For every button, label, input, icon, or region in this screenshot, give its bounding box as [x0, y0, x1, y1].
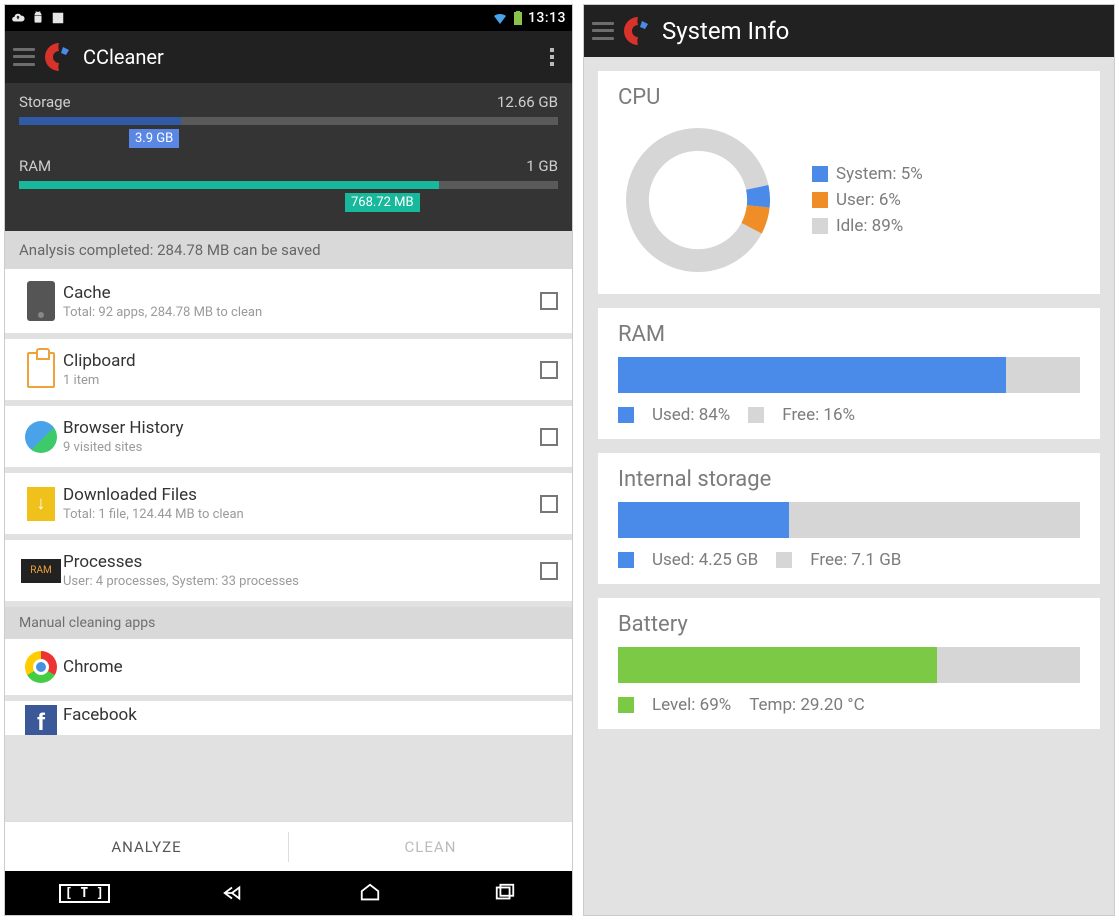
- nav-bar: [ T ]: [5, 871, 572, 915]
- app-bar: System Info: [584, 5, 1114, 57]
- legend-label: Free: 7.1 GB: [810, 550, 901, 570]
- storage-bar: [618, 502, 1080, 538]
- recents-nav-icon[interactable]: [492, 882, 518, 904]
- item-cache[interactable]: Cache Total: 92 apps, 284.78 MB to clean: [5, 269, 572, 333]
- ram-panel: RAM Used: 84% Free: 16%: [598, 308, 1100, 439]
- app-facebook[interactable]: f Facebook: [5, 701, 572, 735]
- legend-swatch: [812, 192, 828, 208]
- hamburger-icon[interactable]: [592, 20, 614, 42]
- globe-icon: [25, 421, 57, 453]
- hamburger-icon[interactable]: [13, 46, 35, 68]
- item-title: Processes: [63, 552, 540, 572]
- legend-label: Level: 69%: [652, 695, 731, 715]
- app-title: System Info: [662, 17, 1106, 45]
- legend-swatch: [618, 407, 634, 423]
- ram-chip-icon: RAM: [21, 559, 61, 583]
- home-nav-icon[interactable]: [355, 882, 385, 904]
- analyze-button[interactable]: ANALYZE: [5, 838, 288, 856]
- clean-list: CacheTotal: 92 apps, 284.78 MB to clean …: [5, 269, 572, 821]
- system-info-screen: System Info CPU System: 5% User: 6% Idle…: [583, 4, 1115, 916]
- ram-label: RAM: [19, 157, 51, 175]
- storage-used-badge: 3.9 GB: [129, 129, 179, 148]
- check-box-icon: [51, 11, 65, 25]
- item-title: Clipboard: [63, 351, 540, 371]
- ccleaner-main-screen: 13:13 CCleaner Storage 12.66 GB 3.9 GB RA…: [4, 4, 573, 916]
- storage-total: 12.66 GB: [497, 93, 558, 111]
- ram-used-badge: 768.72 MB: [345, 193, 420, 212]
- panel-title: RAM: [618, 322, 1080, 347]
- item-sub: 9 visited sites: [63, 440, 540, 455]
- facebook-icon: f: [25, 705, 57, 735]
- clipboard-icon: [27, 352, 55, 388]
- download-icon: [27, 487, 55, 521]
- back-nav-icon[interactable]: [217, 882, 247, 904]
- storage-bar: 3.9 GB: [19, 117, 558, 125]
- item-sub: Total: 92 apps, 284.78 MB to clean: [63, 305, 540, 320]
- panel-title: Battery: [618, 612, 1080, 637]
- legend-swatch: [748, 407, 764, 423]
- item-title: Browser History: [63, 418, 540, 438]
- app-chrome[interactable]: Chrome: [5, 639, 572, 695]
- battery-panel: Battery Level: 69% Temp: 29.20 °C: [598, 598, 1100, 729]
- legend-swatch: [812, 218, 828, 234]
- legend-label: System: 5%: [836, 164, 923, 184]
- legend-swatch: [776, 552, 792, 568]
- overflow-menu-icon[interactable]: [540, 45, 564, 69]
- item-downloaded-files[interactable]: Downloaded Files Total: 1 file, 124.44 MB…: [5, 473, 572, 534]
- app-title: CCleaner: [83, 45, 532, 69]
- analysis-result: Analysis completed: 284.78 MB can be sav…: [5, 231, 572, 269]
- battery-bar: [618, 647, 1080, 683]
- battery-temp: Temp: 29.20 °C: [749, 695, 864, 715]
- ccleaner-logo: [622, 15, 654, 47]
- keyboard-nav-icon[interactable]: [ T ]: [59, 884, 110, 903]
- storage-label: Storage: [19, 93, 71, 111]
- phone-icon: [27, 281, 55, 321]
- checkbox[interactable]: [540, 428, 558, 446]
- android-icon: [31, 11, 45, 25]
- ram-total: 1 GB: [526, 157, 558, 175]
- item-browser-history[interactable]: Browser History 9 visited sites: [5, 406, 572, 467]
- legend-label: Free: 16%: [782, 405, 855, 425]
- app-bar: CCleaner: [5, 31, 572, 83]
- legend-swatch: [812, 166, 828, 182]
- cpu-panel: CPU System: 5% User: 6% Idle: 89%: [598, 71, 1100, 294]
- item-processes[interactable]: RAM Processes User: 4 processes, System: …: [5, 540, 572, 601]
- panel-title: Internal storage: [618, 467, 1080, 492]
- action-bar: ANALYZE CLEAN: [5, 821, 572, 871]
- legend-label: Used: 84%: [652, 405, 730, 425]
- ram-bar: 768.72 MB: [19, 181, 558, 189]
- clean-button[interactable]: CLEAN: [289, 838, 572, 856]
- item-sub: User: 4 processes, System: 33 processes: [63, 574, 540, 589]
- item-sub: Total: 1 file, 124.44 MB to clean: [63, 507, 540, 522]
- legend-swatch: [618, 552, 634, 568]
- item-title: Cache: [63, 283, 540, 303]
- panel-title: CPU: [618, 85, 1080, 110]
- legend-swatch: [618, 697, 634, 713]
- legend-label: Idle: 89%: [836, 216, 903, 236]
- storage-panel: Internal storage Used: 4.25 GB Free: 7.1…: [598, 453, 1100, 584]
- legend-label: Used: 4.25 GB: [652, 550, 758, 570]
- section-manual-apps: Manual cleaning apps: [5, 607, 572, 639]
- legend-label: User: 6%: [836, 190, 901, 210]
- cpu-legend: System: 5% User: 6% Idle: 89%: [812, 164, 923, 236]
- battery-icon: [514, 11, 522, 25]
- checkbox[interactable]: [540, 495, 558, 513]
- usage-meters: Storage 12.66 GB 3.9 GB RAM 1 GB 768.72 MB: [5, 83, 572, 231]
- checkbox[interactable]: [540, 562, 558, 580]
- chrome-icon: [25, 651, 57, 683]
- status-clock: 13:13: [528, 10, 566, 26]
- cloud-upload-icon: [11, 11, 25, 25]
- ccleaner-logo: [43, 41, 75, 73]
- item-sub: 1 item: [63, 373, 540, 388]
- wifi-icon: [492, 12, 508, 24]
- app-name: Chrome: [63, 657, 558, 677]
- ram-bar: [618, 357, 1080, 393]
- checkbox[interactable]: [540, 361, 558, 379]
- item-clipboard[interactable]: Clipboard 1 item: [5, 339, 572, 400]
- cpu-donut-chart: [618, 120, 778, 280]
- checkbox[interactable]: [540, 292, 558, 310]
- item-title: Downloaded Files: [63, 485, 540, 505]
- app-name: Facebook: [63, 705, 558, 725]
- status-bar: 13:13: [5, 5, 572, 31]
